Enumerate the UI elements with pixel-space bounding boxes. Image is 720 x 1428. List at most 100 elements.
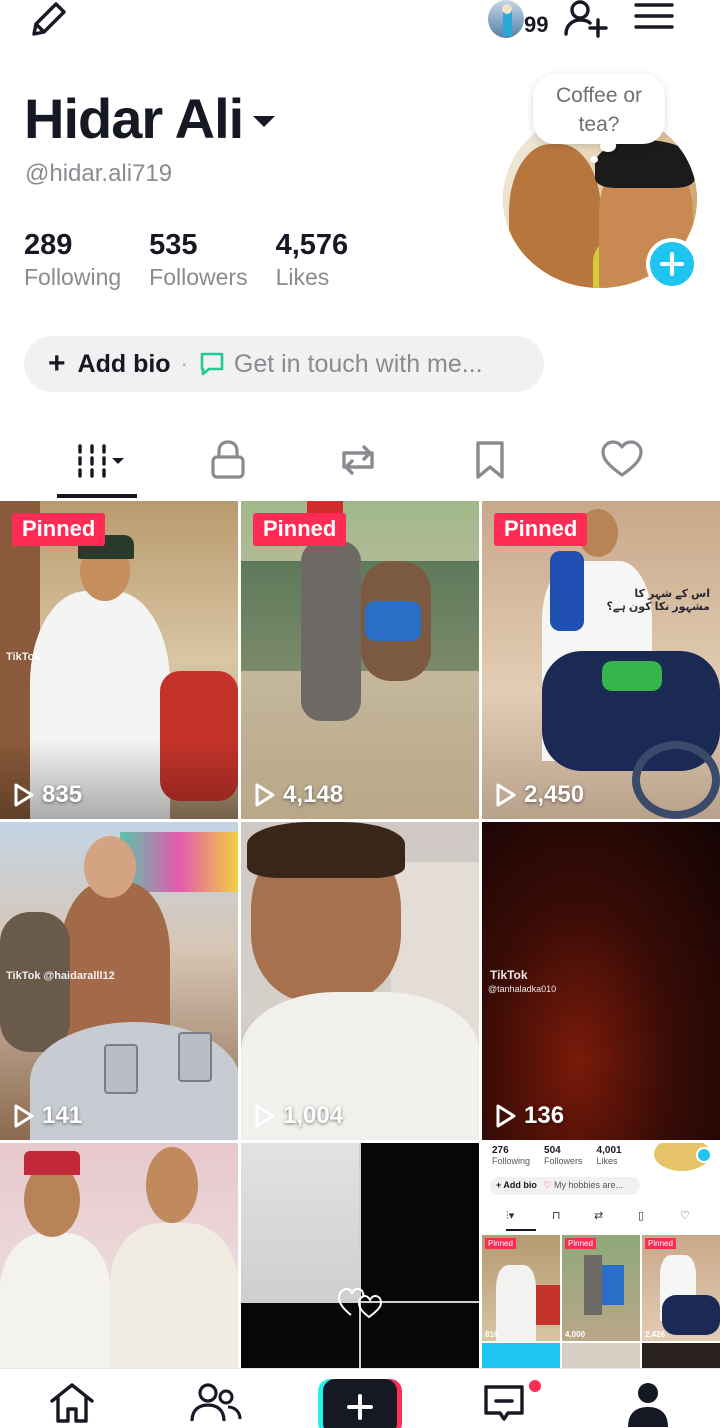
view-count: 1,004 bbox=[253, 1102, 343, 1130]
mini-stat-followers-label: Followers bbox=[544, 1156, 583, 1166]
add-bio-pill[interactable]: + Add bio · Get in touch with me... bbox=[24, 336, 544, 392]
add-user-icon[interactable] bbox=[562, 0, 610, 40]
stat-following-label: Following bbox=[24, 264, 122, 290]
lock-icon bbox=[211, 440, 245, 479]
view-count: 2,450 bbox=[494, 781, 584, 809]
video-tile-1[interactable]: Pinned TikTok 835 bbox=[0, 501, 238, 819]
mini-bio-pill: + Add bio ♡ My hobbies are... bbox=[490, 1177, 640, 1195]
nav-inbox[interactable] bbox=[480, 1381, 528, 1425]
stat-followers[interactable]: 535 Followers bbox=[149, 228, 247, 292]
play-icon bbox=[496, 1104, 516, 1128]
bottom-nav bbox=[0, 1368, 720, 1428]
mini-stat-followers: 504 Followers bbox=[544, 1145, 583, 1167]
create-button[interactable] bbox=[318, 1379, 402, 1428]
view-count: 4,148 bbox=[253, 781, 343, 809]
tab-liked[interactable] bbox=[582, 430, 662, 490]
edit-pencil-icon[interactable] bbox=[28, 0, 72, 40]
home-icon bbox=[50, 1383, 94, 1423]
pinned-badge: Pinned bbox=[253, 513, 347, 546]
video-tile-7[interactable] bbox=[0, 1143, 238, 1369]
pinned-badge: Pinned bbox=[494, 513, 588, 546]
mini-bookmark-icon: ▯ bbox=[638, 1210, 645, 1222]
videos-icon bbox=[78, 444, 124, 478]
mini-lock-icon: ⊓ bbox=[552, 1210, 561, 1222]
profile-handle: @hidar.ali719 bbox=[25, 160, 173, 187]
play-icon bbox=[496, 783, 516, 807]
profile-stats: 289 Following 535 Followers 4,576 Likes bbox=[24, 228, 376, 292]
note-bubble[interactable]: Coffee or tea? bbox=[533, 74, 665, 144]
profile-tabs bbox=[0, 430, 720, 500]
mini-thumb-2: Pinned 4,000 bbox=[562, 1235, 640, 1341]
play-icon bbox=[255, 783, 275, 807]
view-count-value: 2,450 bbox=[524, 781, 585, 808]
mini-thumb-1: Pinned 816 bbox=[482, 1235, 560, 1341]
plus-icon: + bbox=[48, 347, 66, 380]
stat-followers-value: 535 bbox=[149, 229, 198, 261]
play-icon bbox=[14, 783, 34, 807]
mini-repost-icon: ⇄ bbox=[594, 1210, 604, 1222]
mini-bio-add: + Add bio bbox=[496, 1180, 537, 1190]
stat-following-value: 289 bbox=[24, 229, 73, 261]
mini-stat-likes: 4,001 Likes bbox=[597, 1145, 622, 1167]
hearts-icon bbox=[337, 1287, 383, 1319]
get-in-touch-label: Get in touch with me... bbox=[233, 349, 483, 378]
stat-followers-label: Followers bbox=[149, 264, 248, 290]
tab-saved[interactable] bbox=[450, 430, 530, 490]
friends-icon bbox=[190, 1383, 242, 1422]
add-story-button[interactable] bbox=[646, 238, 698, 290]
view-count-value: 141 bbox=[42, 1102, 83, 1129]
view-count: 141 bbox=[12, 1102, 82, 1130]
profile-icon bbox=[628, 1383, 668, 1427]
tab-private[interactable] bbox=[188, 430, 268, 490]
mini-stat-following-label: Following bbox=[492, 1156, 531, 1166]
bubble-tail-small bbox=[590, 156, 598, 163]
repost-icon bbox=[342, 445, 374, 475]
stat-likes-value: 4,576 bbox=[275, 229, 349, 261]
mini-heart-icon: ♡ bbox=[680, 1210, 690, 1222]
video-tile-3[interactable]: Pinned اس کے شہر کا مشہور نکا کون ہے؟ 2,… bbox=[482, 501, 720, 819]
stat-likes-label: Likes bbox=[275, 264, 330, 290]
active-tab-indicator bbox=[57, 494, 137, 498]
video-tile-4[interactable]: TikTok @haidaralll12 141 bbox=[0, 822, 238, 1140]
nav-home[interactable] bbox=[48, 1381, 96, 1425]
plus-icon bbox=[660, 252, 684, 276]
nav-profile[interactable] bbox=[626, 1381, 670, 1428]
profile-name: Hidar Ali bbox=[24, 87, 244, 150]
mini-stat-likes-label: Likes bbox=[596, 1156, 618, 1166]
mini-thumb-3: Pinned 2,426 bbox=[642, 1235, 720, 1341]
add-bio-label: Add bio bbox=[77, 349, 171, 378]
play-icon bbox=[255, 1104, 275, 1128]
stat-likes[interactable]: 4,576 Likes bbox=[276, 228, 349, 292]
menu-icon[interactable] bbox=[634, 2, 674, 34]
inbox-icon bbox=[484, 1385, 524, 1421]
stat-following[interactable]: 289 Following bbox=[24, 228, 121, 292]
nav-friends[interactable] bbox=[190, 1381, 242, 1425]
mini-view-count: 4,000 bbox=[565, 1330, 586, 1339]
view-count-value: 136 bbox=[524, 1102, 565, 1129]
chevron-down-icon bbox=[253, 116, 276, 127]
tab-videos[interactable] bbox=[62, 430, 142, 490]
mini-view-count: 816 bbox=[485, 1330, 499, 1339]
play-icon bbox=[14, 1104, 34, 1128]
mini-pinned-badge: Pinned bbox=[485, 1238, 516, 1249]
mini-stat-following-value: 276 bbox=[492, 1145, 509, 1156]
mini-view-count: 2,426 bbox=[645, 1330, 666, 1339]
tab-reposts[interactable] bbox=[318, 430, 398, 490]
video-tile-2[interactable]: Pinned 4,148 bbox=[241, 501, 479, 819]
video-tile-9[interactable]: 276 Following 504 Followers 4,001 Likes + A… bbox=[482, 1143, 720, 1369]
video-tile-6[interactable]: TikTok @tanhaladka010 136 bbox=[482, 822, 720, 1140]
profile-name-switcher[interactable]: Hidar Ali bbox=[24, 86, 276, 151]
bookmark-icon bbox=[476, 441, 504, 479]
view-count: 136 bbox=[494, 1102, 564, 1130]
mini-stat-following: 276 Following bbox=[492, 1145, 530, 1167]
mini-stat-likes-value: 4,001 bbox=[596, 1145, 622, 1156]
tiktok-watermark: TikTok @haidaralll12 bbox=[6, 970, 115, 982]
plus-icon bbox=[347, 1394, 373, 1420]
story-avatar[interactable] bbox=[488, 0, 524, 38]
mini-pinned-badge: Pinned bbox=[645, 1238, 676, 1249]
mini-stat-followers-value: 504 bbox=[544, 1145, 561, 1156]
mini-tabs: ⫶▾ ⊓ ⇄ ▯ ♡ bbox=[482, 1209, 720, 1229]
tiktok-watermark: TikTok bbox=[6, 651, 41, 663]
video-tile-8[interactable] bbox=[241, 1143, 479, 1369]
video-tile-5[interactable]: 1,004 bbox=[241, 822, 479, 1140]
